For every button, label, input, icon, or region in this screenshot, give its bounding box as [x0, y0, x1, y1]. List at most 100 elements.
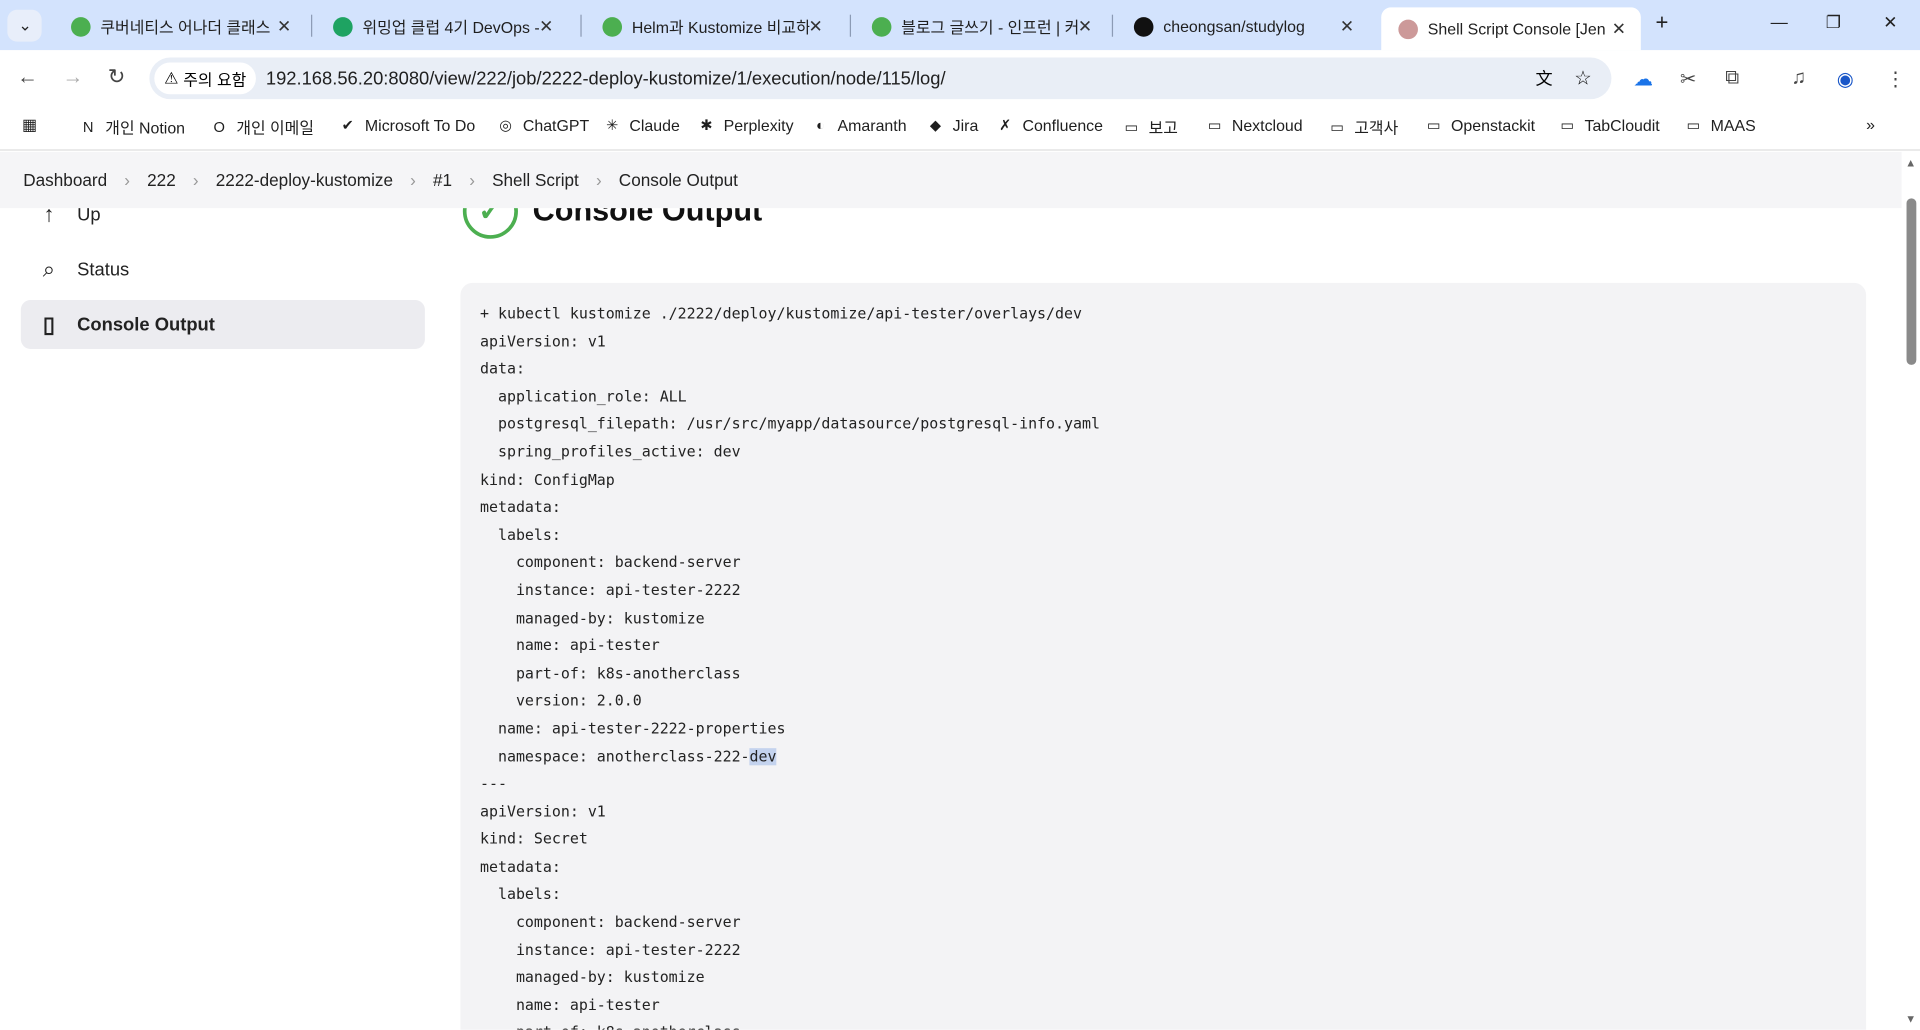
profile-icon[interactable]: ◉ — [1837, 67, 1854, 91]
address-bar[interactable]: ⚠ 주의 요함 192.168.56.20:8080/view/222/job/2… — [149, 57, 1612, 100]
media-control-icon[interactable]: ♫ — [1791, 67, 1806, 89]
bookmark-item[interactable]: ◆ Jira — [926, 115, 978, 135]
log-text: name: api-tester-2222-properties — [480, 719, 786, 738]
log-line: name: api-tester-2222-properties — [480, 715, 1847, 743]
tab-close-icon[interactable]: ✕ — [808, 16, 822, 37]
log-line: namespace: anotherclass-222-dev — [480, 743, 1847, 771]
reload-button[interactable]: ↻ — [108, 65, 125, 89]
log-line: metadata: — [480, 494, 1847, 522]
log-text: namespace: anotherclass-222- — [480, 747, 750, 765]
breadcrumb-item[interactable]: Dashboard — [23, 170, 107, 190]
log-line: application_role: ALL — [480, 383, 1847, 411]
restore-button[interactable]: ❐ — [1826, 12, 1841, 33]
log-text: kind: Secret — [480, 830, 588, 848]
bookmark-item[interactable]: ✳ Claude — [602, 115, 680, 135]
bookmark-item[interactable]: N 개인 Notion — [78, 115, 185, 138]
scroll-down-icon[interactable]: ▼ — [1905, 1013, 1916, 1025]
tab-close-icon[interactable]: ✕ — [1078, 16, 1092, 37]
sidebar-item[interactable]: ▯ Console Output — [20, 300, 425, 349]
tab-close-icon[interactable]: ✕ — [277, 16, 291, 37]
tab[interactable]: 위밍업 클럽 4기 DevOps - ✕ — [316, 10, 568, 43]
bookmark-item[interactable]: ✱ Perplexity — [697, 115, 793, 135]
toolbar: ← → ↻ ⚠ 주의 요함 192.168.56.20:8080/view/222… — [0, 50, 1920, 107]
tab-title: Helm과 Kustomize 비교하 — [631, 18, 810, 37]
bookmark-item[interactable]: O 개인 이메일 — [209, 115, 314, 138]
translate-icon[interactable]: ⽂ — [1536, 66, 1553, 90]
tab[interactable]: Helm과 Kustomize 비교하 ✕ — [585, 10, 837, 43]
sidebar-item[interactable]: ⌕ Status — [21, 245, 425, 294]
scrollbar[interactable]: ▲ ▼ — [1901, 151, 1920, 1030]
bookmark-icon: ◎ — [499, 116, 513, 134]
cloud-extension-icon[interactable]: ☁ — [1633, 67, 1653, 91]
selected-text: dev — [749, 747, 777, 765]
tab-search-button[interactable]: ⌄ — [7, 9, 42, 42]
apps-grid-icon[interactable]: ▦ — [22, 115, 37, 135]
bookmark-item[interactable]: ▭ 고객사 — [1327, 115, 1398, 138]
bookmark-icon: ▭ — [1207, 116, 1222, 134]
bookmark-star-icon[interactable]: ☆ — [1574, 66, 1592, 90]
url-text[interactable]: 192.168.56.20:8080/view/222/job/2222-dep… — [266, 68, 946, 89]
bookmark-icon: ✗ — [999, 116, 1012, 134]
bookmark-item[interactable]: ◎ ChatGPT — [496, 115, 589, 135]
log-line: managed-by: kustomize — [480, 604, 1847, 632]
more-bookmarks-icon[interactable]: » — [1866, 115, 1875, 133]
close-window-button[interactable]: ✕ — [1883, 12, 1897, 33]
log-line: component: backend-server — [480, 549, 1847, 577]
menu-icon[interactable]: ⋮ — [1886, 67, 1906, 91]
scrollbar-thumb[interactable] — [1906, 198, 1917, 365]
tab[interactable]: Shell Script Console [Jenkins] ✕ — [1381, 7, 1641, 51]
bookmark-item[interactable]: ▭ 보고 — [1122, 115, 1178, 138]
forward-button[interactable]: → — [62, 65, 83, 89]
log-text: metadata: — [480, 498, 561, 516]
tab-close-icon[interactable]: ✕ — [539, 16, 553, 37]
log-line: name: api-tester — [480, 632, 1847, 660]
breadcrumb-item[interactable]: 2222-deploy-kustomize — [216, 170, 393, 190]
log-text: version: 2.0.0 — [480, 692, 642, 710]
bookmark-label: MAAS — [1710, 115, 1756, 135]
tab-close-icon[interactable]: ✕ — [1612, 18, 1626, 39]
bookmark-item[interactable]: ▭ MAAS — [1684, 115, 1756, 135]
bookmark-icon: ◐ — [815, 116, 825, 134]
log-text: instance: api-tester-2222 — [480, 941, 741, 959]
log-line: postgresql_filepath: /usr/src/myapp/data… — [480, 411, 1847, 439]
log-text: part-of: k8s-anotherclass — [480, 664, 741, 682]
log-line: managed-by: kustomize — [480, 964, 1847, 992]
bookmark-label: 고객사 — [1354, 118, 1399, 138]
breadcrumb-item[interactable]: #1 — [433, 170, 452, 190]
tab[interactable]: cheongsan/studylog ✕ — [1117, 10, 1369, 43]
bookmark-label: 보고 — [1148, 118, 1178, 138]
tab-bar: ⌄ 쿠버네티스 어나더 클래스 ✕ 위밍업 클럽 4기 DevOps - ✕ Helm과… — [0, 0, 1920, 51]
bookmark-item[interactable]: ✗ Confluence — [996, 115, 1103, 135]
bookmark-item[interactable]: ◐ Amaranth — [811, 115, 907, 135]
console-output[interactable]: + kubectl kustomize ./2222/deploy/kustom… — [460, 282, 1867, 1030]
extensions-puzzle-icon[interactable]: ⧉ — [1725, 67, 1739, 89]
security-warning[interactable]: ⚠ 주의 요함 — [154, 62, 257, 95]
bookmark-item[interactable]: ✔ Microsoft To Do — [338, 115, 476, 135]
log-line: + kubectl kustomize ./2222/deploy/kustom… — [480, 300, 1847, 328]
tab-title: Shell Script Console [Jenkins] — [1427, 19, 1606, 38]
bookmark-item[interactable]: ▭ Openstackit — [1424, 115, 1535, 135]
bookmark-icon: O — [213, 118, 225, 136]
bookmark-label: 개인 Notion — [105, 118, 186, 138]
tab[interactable]: 블로그 글쓰기 - 인프런 | 커 ✕ — [855, 10, 1107, 43]
bookmark-item[interactable]: ▭ TabCloudit — [1558, 115, 1659, 135]
tab-close-icon[interactable]: ✕ — [1340, 16, 1354, 37]
bookmark-icon: ▭ — [1560, 116, 1575, 134]
tab[interactable]: 쿠버네티스 어나더 클래스 ✕ — [54, 10, 306, 43]
breadcrumb-item[interactable]: 222 — [147, 170, 176, 190]
bookmarks-bar: ▦ N 개인 Notion O 개인 이메일 ✔ Microsoft To Do ◎ Chat… — [0, 106, 1920, 151]
log-text: component: backend-server — [480, 553, 741, 572]
new-tab-button[interactable]: + — [1656, 10, 1669, 36]
chevron-right-icon: › — [192, 170, 199, 190]
security-label: 주의 요함 — [183, 70, 247, 89]
breadcrumb-item[interactable]: Shell Script — [492, 170, 579, 190]
scroll-up-icon[interactable]: ▲ — [1905, 157, 1916, 169]
log-line: --- — [480, 770, 1847, 798]
bookmark-item[interactable]: ▭ Nextcloud — [1205, 115, 1303, 135]
log-line: name: api-tester — [480, 992, 1847, 1020]
extension-icon[interactable]: ✂ — [1680, 67, 1696, 91]
tab-title: 블로그 글쓰기 - 인프런 | 커 — [901, 18, 1079, 37]
bookmark-icon: ▭ — [1124, 118, 1139, 136]
minimize-button[interactable]: — — [1771, 12, 1788, 32]
back-button[interactable]: ← — [17, 65, 38, 89]
